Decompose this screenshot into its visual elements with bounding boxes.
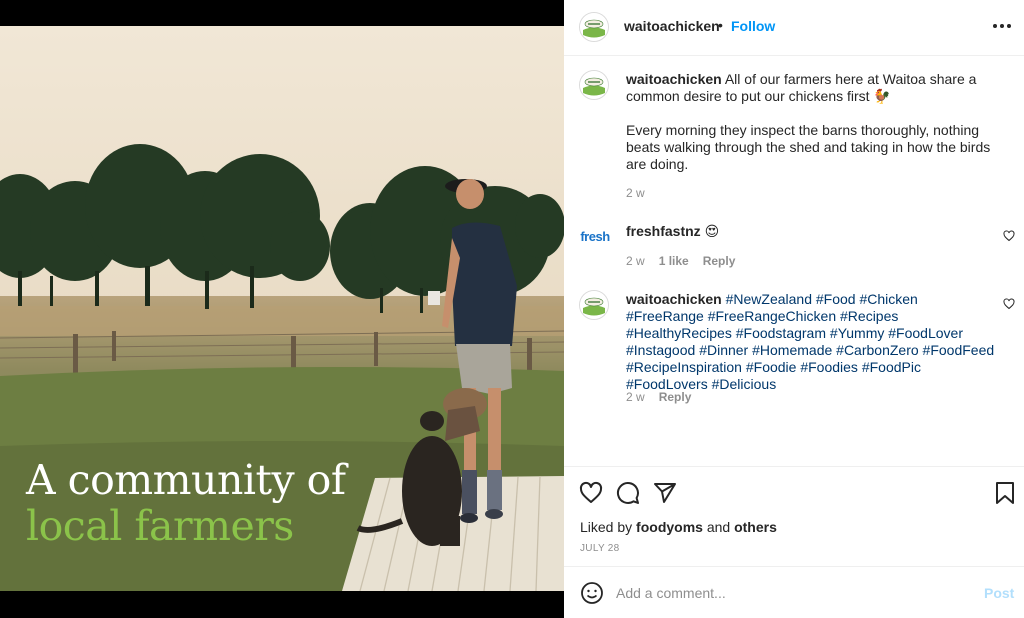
hashtag-link[interactable]: #Homemade: [752, 342, 832, 358]
liked-and: and: [706, 519, 731, 535]
hashtag-link[interactable]: #FreeRangeChicken: [708, 308, 836, 324]
liked-prefix: Liked by: [580, 519, 633, 535]
hashtag-link[interactable]: #Delicious: [712, 376, 777, 392]
comment-body: 😍: [704, 223, 720, 239]
hashtag-link[interactable]: #Chicken: [859, 291, 917, 307]
hashtag-link[interactable]: #NewZealand: [726, 291, 812, 307]
waitoa-logo-icon: [580, 71, 608, 99]
avatar[interactable]: [579, 12, 609, 42]
follow-button[interactable]: Follow: [731, 18, 775, 34]
heart-icon[interactable]: [1003, 230, 1015, 242]
header-separator: •: [718, 17, 723, 33]
hashtag-link[interactable]: #CarbonZero: [836, 342, 919, 358]
emoji-icon[interactable]: [580, 581, 604, 605]
hashtag-link[interactable]: #FreeRange: [626, 308, 704, 324]
caption-text: waitoachicken All of our farmers here at…: [626, 71, 996, 105]
heart-icon[interactable]: [1003, 298, 1015, 310]
hashtag-link[interactable]: #Dinner: [699, 342, 748, 358]
hashtag-link[interactable]: #Foodies: [800, 359, 858, 375]
hashtag-link[interactable]: #Foodstagram: [736, 325, 826, 341]
comment-input[interactable]: [616, 582, 956, 604]
liked-user[interactable]: foodyoms: [636, 519, 703, 535]
overlay-headline-line1: A community of: [26, 456, 346, 504]
avatar[interactable]: [579, 290, 609, 320]
post-media[interactable]: A community of local farmers: [0, 0, 564, 618]
hashtag-link[interactable]: #FoodFeed: [923, 342, 995, 358]
post-details-panel: waitoachicken • Follow waitoachicken All…: [564, 0, 1024, 618]
comment-username[interactable]: freshfastnz: [626, 223, 701, 239]
caption: waitoachicken All of our farmers here at…: [564, 56, 1024, 206]
media-letterbox-bottom: [0, 591, 564, 618]
hashtag-link[interactable]: #HealthyRecipes: [626, 325, 732, 341]
hashtag-link[interactable]: #Recipes: [840, 308, 898, 324]
comment-likes[interactable]: 1 like: [659, 254, 689, 268]
comment-meta: 2 w Reply: [626, 390, 691, 404]
comment-item: fresh freshfastnz 😍 2 w 1 like Reply: [564, 206, 1024, 276]
post-header: waitoachicken • Follow: [564, 0, 1024, 56]
hashtag-link[interactable]: #Food: [816, 291, 856, 307]
bookmark-icon[interactable]: [993, 481, 1017, 505]
reply-button[interactable]: Reply: [703, 254, 736, 268]
header-username[interactable]: waitoachicken: [624, 18, 720, 34]
hashtag-link[interactable]: #Yummy: [830, 325, 884, 341]
post-date[interactable]: JULY 28: [580, 543, 620, 554]
share-icon[interactable]: [653, 481, 677, 505]
waitoa-logo-icon: [580, 291, 608, 319]
hashtag-link[interactable]: #Instagood: [626, 342, 695, 358]
post-button[interactable]: Post: [984, 585, 1014, 601]
comment-time[interactable]: 2 w: [626, 254, 645, 268]
post-actions: Liked by foodyoms and others JULY 28: [564, 466, 1024, 566]
media-letterbox-top: [0, 0, 564, 26]
comment-username[interactable]: waitoachicken: [626, 291, 722, 307]
caption-time[interactable]: 2 w: [626, 186, 645, 200]
comment-time[interactable]: 2 w: [626, 390, 645, 404]
comment-meta: 2 w 1 like Reply: [626, 254, 735, 268]
liked-others[interactable]: others: [734, 519, 777, 535]
comment-text: freshfastnz 😍: [626, 223, 996, 240]
avatar[interactable]: [579, 70, 609, 100]
hashtag-link[interactable]: #RecipeInspiration: [626, 359, 742, 375]
heart-icon[interactable]: [579, 481, 603, 505]
hashtag-link[interactable]: #FoodPic: [862, 359, 921, 375]
overlay-headline-line2: local farmers: [26, 502, 294, 550]
caption-line2: Every morning they inspect the barns tho…: [626, 122, 991, 172]
hashtag-link[interactable]: #Foodie: [746, 359, 797, 375]
comment-icon[interactable]: [616, 481, 640, 505]
reply-button[interactable]: Reply: [659, 390, 692, 404]
more-horizontal-icon[interactable]: [990, 14, 1014, 38]
waitoa-logo-icon: [580, 13, 608, 41]
avatar[interactable]: fresh: [579, 220, 611, 252]
caption-username[interactable]: waitoachicken: [626, 71, 722, 87]
comment-item: waitoachicken #NewZealand #Food #Chicken…: [564, 276, 1024, 416]
hashtag-link[interactable]: #FoodLover: [888, 325, 963, 341]
liked-by: Liked by foodyoms and others: [580, 519, 777, 535]
add-comment-bar: Post: [564, 566, 1024, 618]
comment-text: waitoachicken #NewZealand #Food #Chicken…: [626, 291, 996, 393]
